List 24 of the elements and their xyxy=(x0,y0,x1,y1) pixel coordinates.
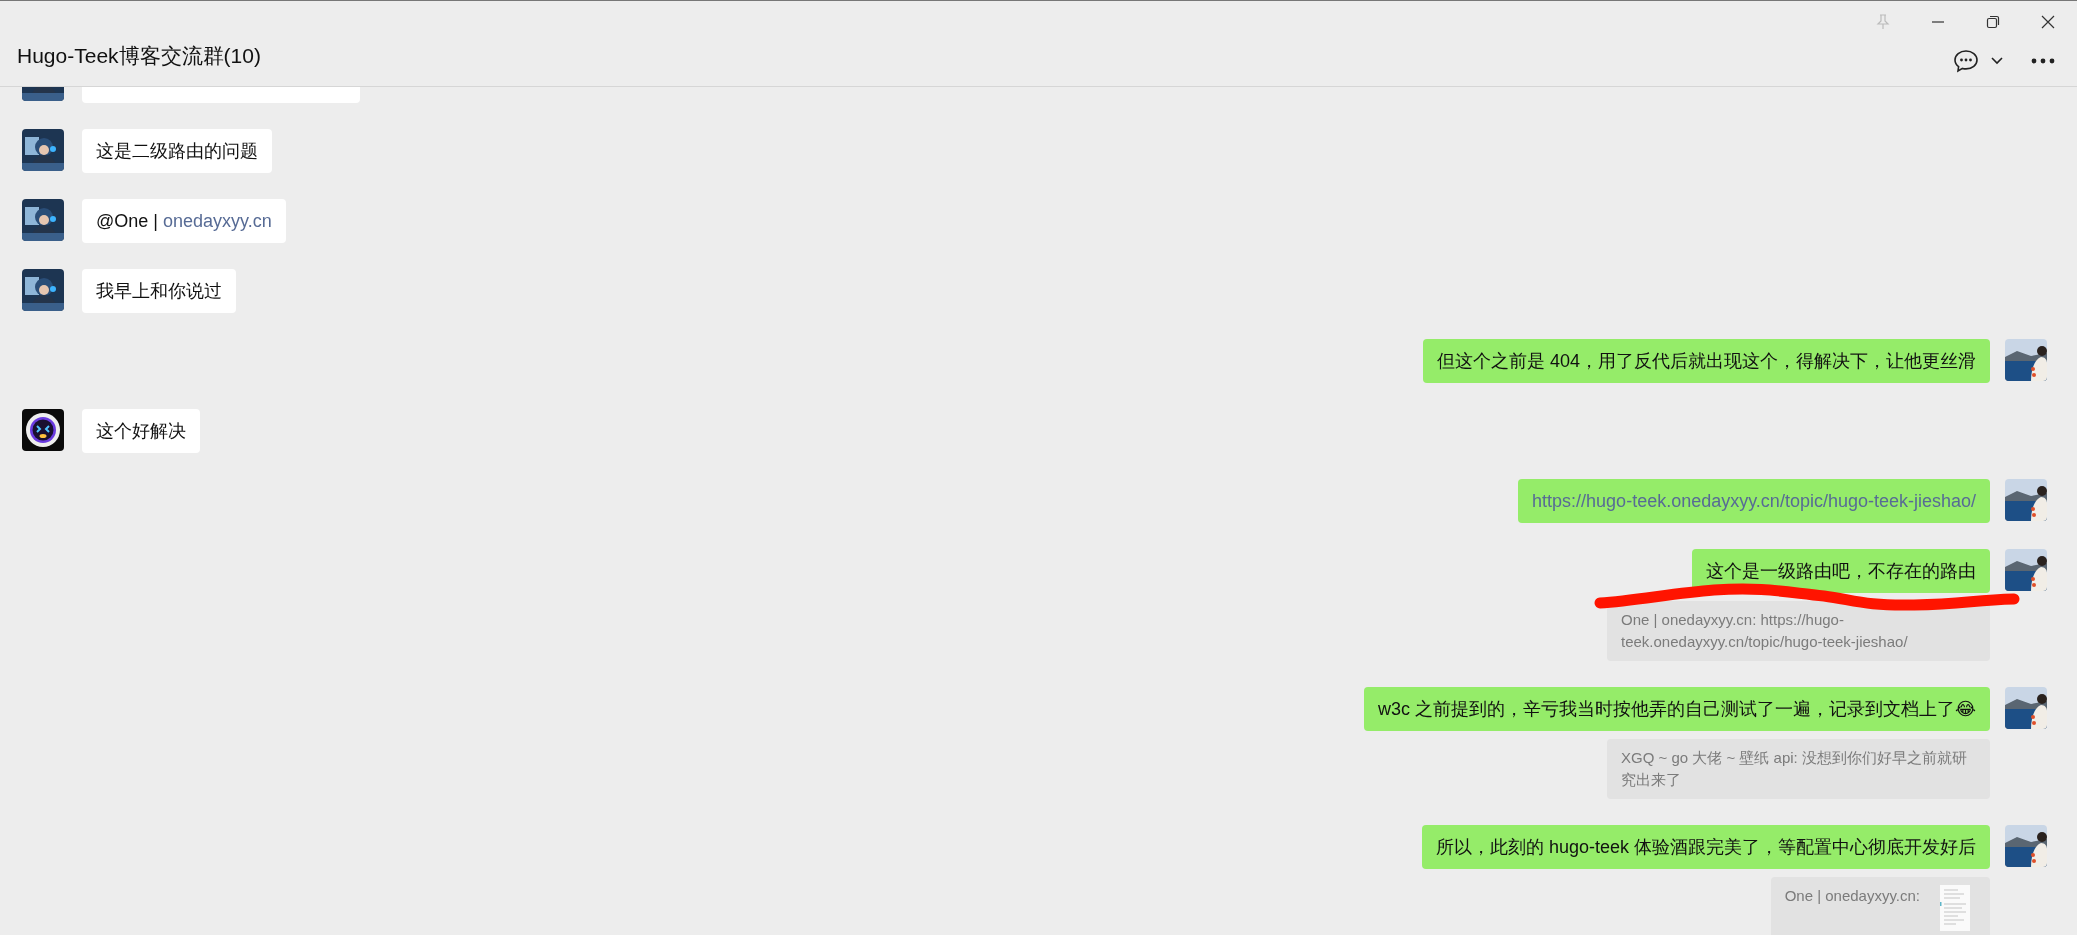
chat-bubble-icon[interactable] xyxy=(1953,49,1979,73)
message-text: 这个是一级路由吧，不存在的路由 xyxy=(1706,561,1976,581)
message-text: 所以，此刻的 hugo-teek 体验酒跟完美了，等配置中心彻底开发好后 xyxy=(1435,837,1976,857)
quoted-message[interactable]: XGQ ~ go 大佬 ~ 壁纸 api: 没想到你们好早之前就研究出来了 xyxy=(1607,739,1990,799)
quote-text: XGQ ~ go 大佬 ~ 壁纸 api: 没想到你们好早之前就研究出来了 xyxy=(1621,748,1968,790)
quote-text: One | onedayxyy.cn: https://hugo-teek.onedayxyy.cn/topic/hugo-teek-jieshao/ xyxy=(1621,610,1909,652)
restore-icon[interactable] xyxy=(1986,15,2000,29)
caret-icon[interactable] xyxy=(1991,57,2003,65)
more-icon[interactable] xyxy=(2031,58,2055,64)
message-text: 但这个之前是 404，用了反代后就出现这个，得解决下，让他更丝滑 xyxy=(1436,351,1976,371)
document-thumbnail[interactable] xyxy=(1940,885,1970,931)
quote-text: One | onedayxyy.cn: xyxy=(1784,886,1920,906)
quoted-message[interactable]: One | onedayxyy.cn: xyxy=(1770,877,1990,935)
robot-avatar-icon[interactable] xyxy=(22,409,64,451)
window-title: Hugo-Teek博客交流群(10) xyxy=(17,43,261,69)
message-text: 这是二级路由的问题 xyxy=(96,141,258,161)
link[interactable]: onedayxyy.cn xyxy=(163,211,272,231)
message-text: w3c 之前提到的，辛亏我当时按他弄的自己测试了一遍，记录到文档上了😂 xyxy=(1377,699,1976,719)
message-text: @One | onedayxyy.cn xyxy=(96,211,272,231)
link[interactable]: https://hugo-teek.onedayxyy.cn/topic/hugo-teek-jieshao/ xyxy=(1532,491,1976,511)
quoted-message[interactable]: One | onedayxyy.cn: https://hugo-teek.onedayxyy.cn/topic/hugo-teek-jieshao/ xyxy=(1607,601,1990,661)
close-icon[interactable] xyxy=(2041,15,2055,29)
message-text: 这个好解决 xyxy=(96,421,186,441)
message-text: 我早上和你说过 xyxy=(96,281,222,301)
